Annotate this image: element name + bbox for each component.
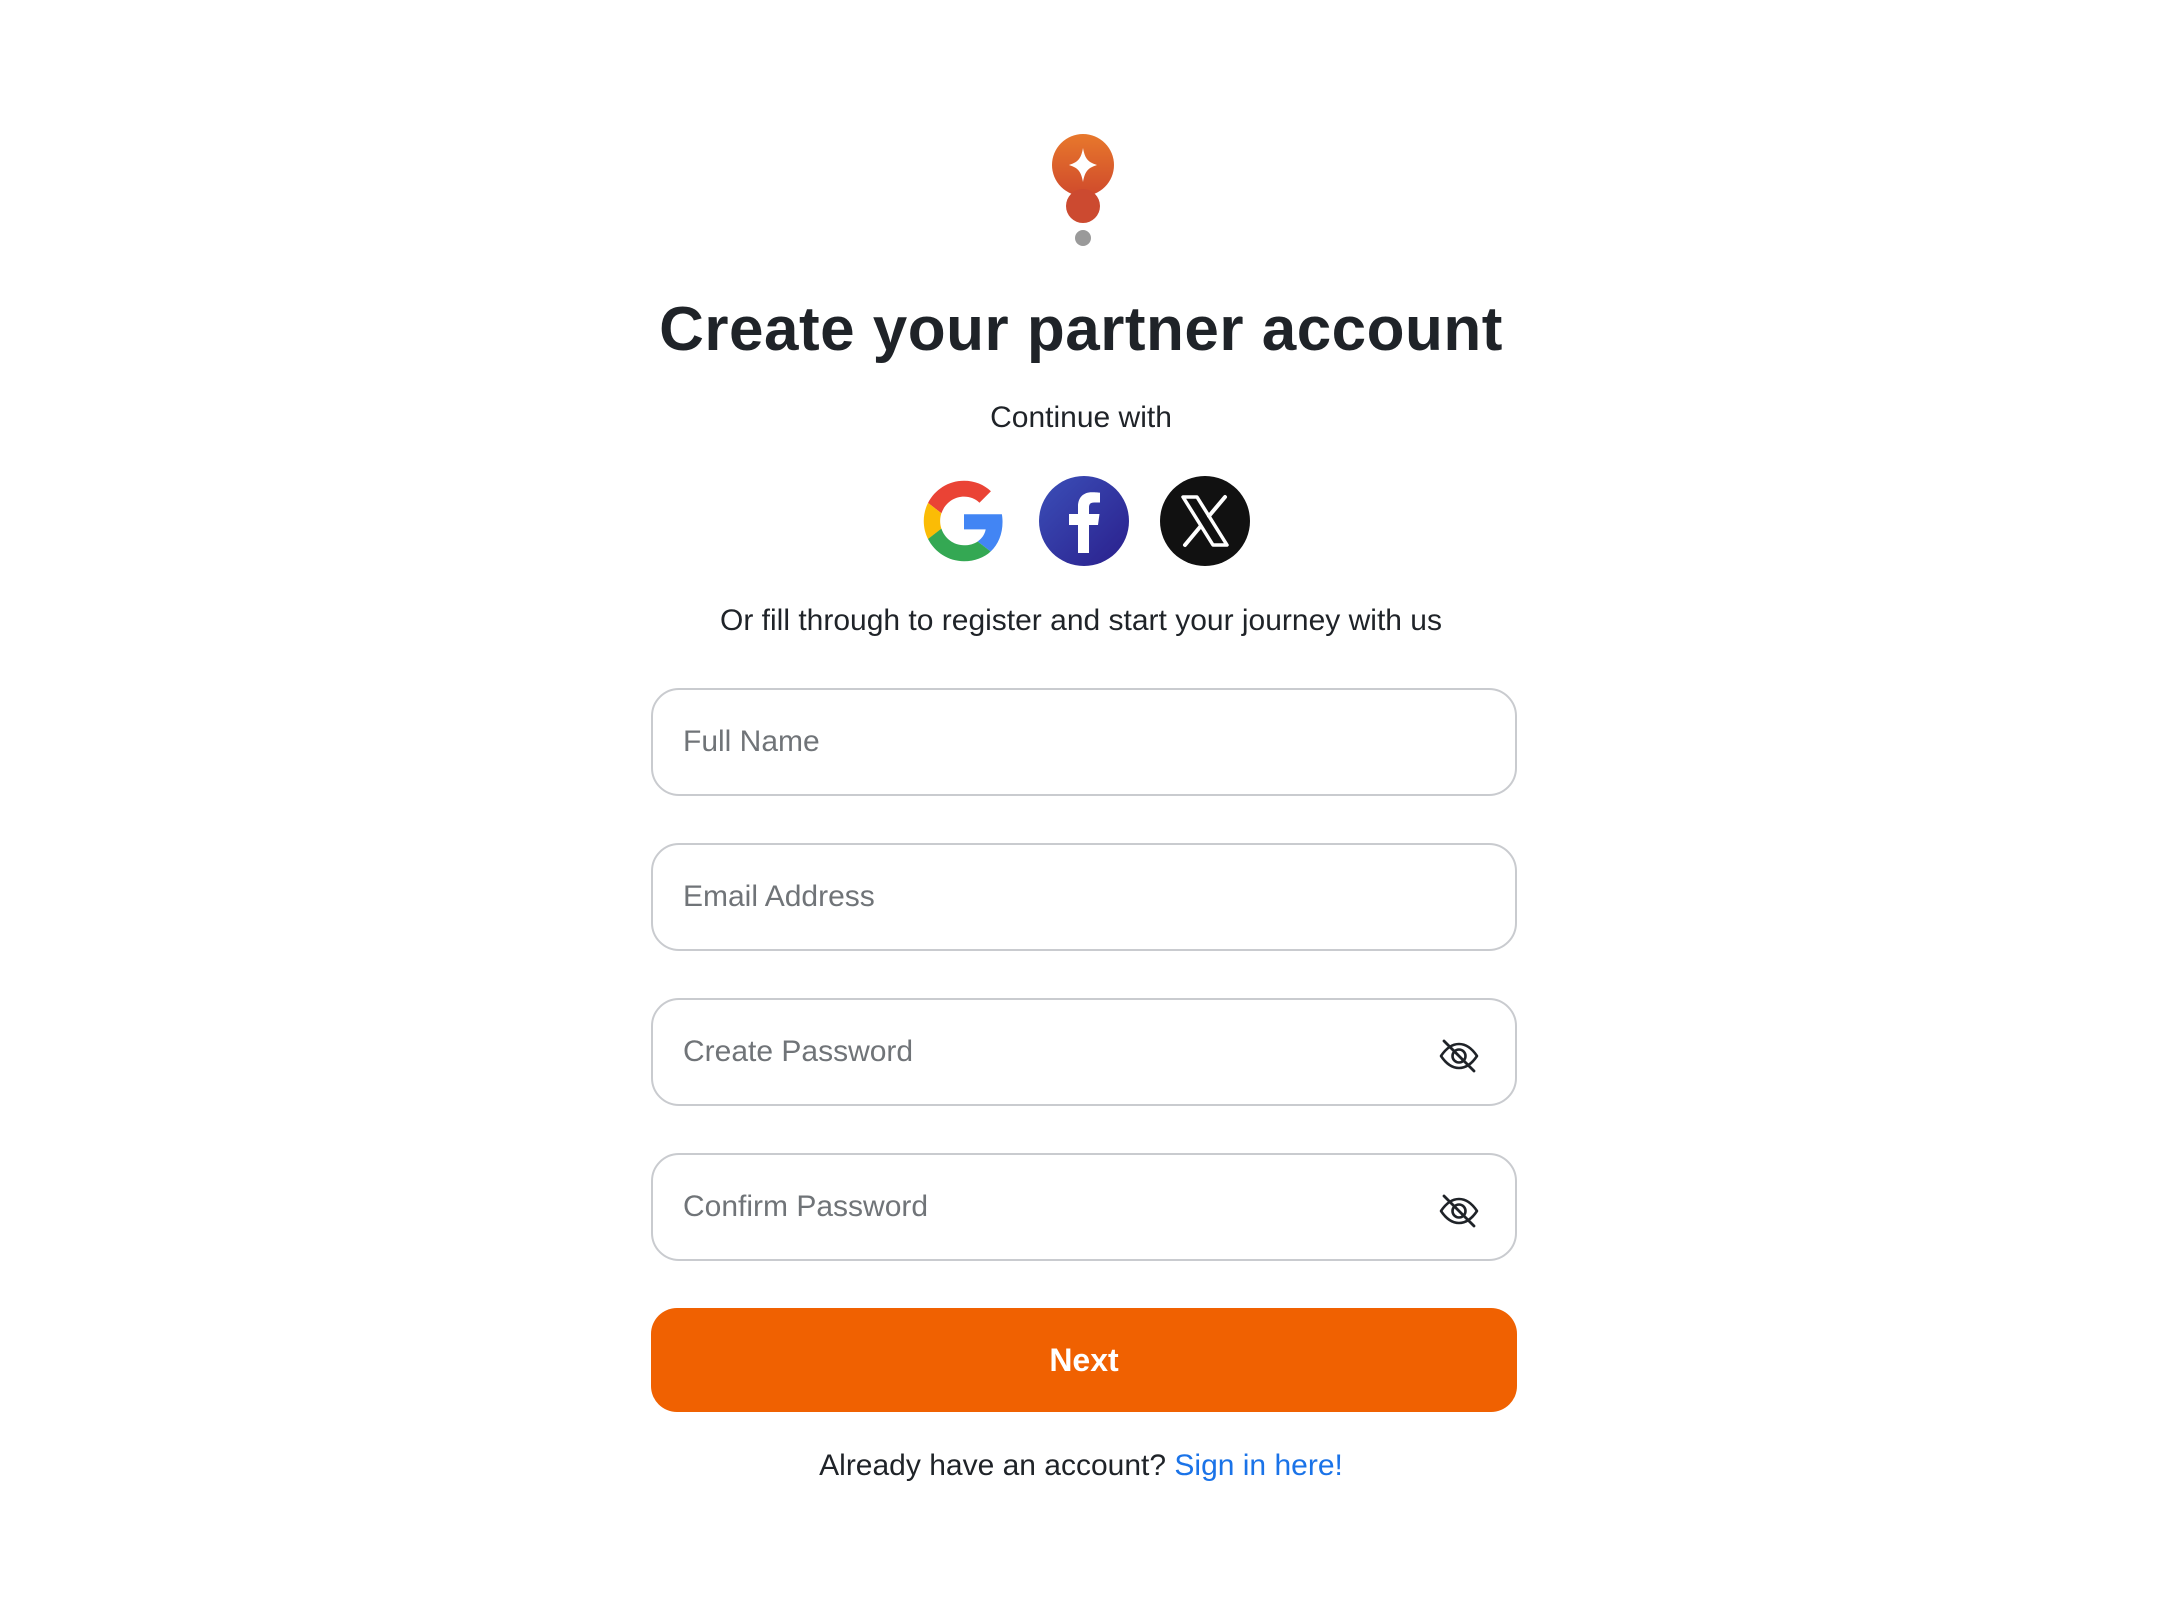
next-button[interactable]: Next [651,1308,1517,1412]
signin-prompt: Already have an account? Sign in here! [0,1446,2162,1486]
sparkle-pin-logo-icon [1052,134,1114,246]
full-name-field [651,688,1517,796]
x-icon [1160,476,1250,566]
facebook-login-button[interactable] [1038,475,1130,567]
continue-with-label: Continue with [990,401,1172,434]
eye-off-icon [1439,1039,1479,1073]
facebook-icon [1039,476,1129,566]
signin-link[interactable]: Sign in here! [1174,1449,1342,1482]
create-password-input[interactable] [683,1000,1443,1104]
form-subtitle: Or fill through to register and start yo… [720,604,1442,637]
social-login-group [918,475,1252,567]
confirm-password-field [651,1153,1517,1261]
confirm-password-visibility-toggle[interactable] [1437,1189,1481,1233]
password-visibility-toggle[interactable] [1437,1034,1481,1078]
google-login-button[interactable] [918,475,1010,567]
signin-prompt-text: Already have an account? [819,1449,1167,1482]
create-password-field [651,998,1517,1106]
google-icon [923,480,1003,562]
email-input[interactable] [683,845,1443,949]
confirm-password-input[interactable] [683,1155,1443,1259]
email-field [651,843,1517,951]
signup-page: Create your partner account Continue wit… [0,0,2162,1620]
x-login-button[interactable] [1159,475,1251,567]
eye-off-icon [1439,1194,1479,1228]
page-title: Create your partner account [659,295,1503,364]
full-name-input[interactable] [683,690,1443,794]
